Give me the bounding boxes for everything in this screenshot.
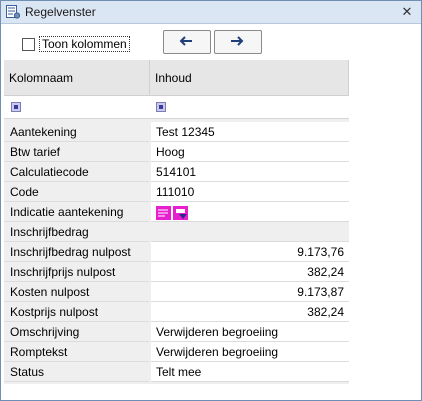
row-name-label: Inschrijfbedrag: [10, 225, 89, 239]
row-name-cell: Kostprijs nulpost: [4, 302, 149, 322]
row-name-cell: Aantekening: [4, 122, 149, 142]
side-panel: [349, 60, 421, 400]
column-header-name-label: Kolomnaam: [9, 71, 74, 85]
row-value-label: Verwijderen begroeiing: [156, 345, 279, 359]
row-name-label: Btw tarief: [10, 145, 61, 159]
filter-icon[interactable]: [11, 102, 21, 112]
row-value-label: 111010: [156, 185, 195, 199]
row-value-label: Hoog: [156, 145, 185, 159]
row-value-cell[interactable]: Verwijderen begroeiing: [151, 342, 349, 362]
row-name-label: Romptekst: [10, 345, 68, 359]
row-name-cell: Indicatie aantekening: [4, 202, 149, 222]
filter-row: [4, 96, 349, 119]
row-value-cell[interactable]: Test 12345: [151, 122, 349, 142]
table-row[interactable]: Aantekening Test 12345: [4, 122, 349, 142]
row-value-cell[interactable]: 9.173,87: [151, 282, 349, 302]
table-row[interactable]: Indicatie aantekening: [4, 202, 349, 222]
table-row[interactable]: Btw tarief Hoog: [4, 142, 349, 162]
row-value-cell[interactable]: 382,24: [151, 302, 349, 322]
column-header-value[interactable]: Inhoud: [150, 60, 349, 96]
grid-rows: Aantekening Test 12345 Btw tarief Hoog Calcu…: [4, 122, 349, 382]
row-value-cell[interactable]: 9.173,76: [151, 242, 349, 262]
close-icon[interactable]: ✕: [399, 4, 415, 20]
row-name-label: Inschrijfbedrag nulpost: [10, 245, 131, 259]
window-title: Regelvenster: [25, 5, 96, 19]
table-row[interactable]: Calculatiecode 514101: [4, 162, 349, 182]
row-value-cell[interactable]: Hoog: [151, 142, 349, 162]
row-value-cell[interactable]: Telt mee: [151, 362, 349, 382]
row-value-label: 9.173,76: [297, 245, 344, 259]
note-edit-icon: [173, 206, 188, 220]
show-columns-label[interactable]: Toon kolommen: [39, 36, 130, 52]
row-name-cell: Inschrijfbedrag nulpost: [4, 242, 149, 262]
row-name-cell: Calculatiecode: [4, 162, 149, 182]
title-bar[interactable]: Regelvenster ✕: [1, 1, 421, 24]
table-row[interactable]: Kostprijs nulpost 382,24: [4, 302, 349, 322]
next-button[interactable]: [214, 30, 262, 54]
arrow-left-icon: [179, 36, 192, 46]
row-value-label: 514101: [156, 165, 197, 179]
row-name-cell: Romptekst: [4, 342, 149, 362]
column-header-value-label: Inhoud: [155, 71, 192, 85]
row-name-cell: Btw tarief: [4, 142, 149, 162]
row-value-label: 9.173,87: [297, 285, 344, 299]
properties-grid: Kolomnaam Inhoud Aantekening Test 12345 Bt…: [4, 60, 349, 384]
window-icon: [6, 5, 20, 19]
row-name-cell: Code: [4, 182, 149, 202]
row-name-cell: Omschrijving: [4, 322, 149, 342]
show-columns-checkbox[interactable]: [22, 38, 35, 51]
row-name-cell: Inschrijfbedrag: [4, 222, 149, 242]
note-icon: [156, 206, 171, 220]
row-value-label: Test 12345: [156, 125, 215, 139]
row-name-label: Status: [10, 365, 45, 379]
row-value-label: Telt mee: [156, 365, 202, 379]
row-value-cell[interactable]: 382,24: [151, 262, 349, 282]
table-row[interactable]: Romptekst Verwijderen begroeiing: [4, 342, 349, 362]
row-name-cell: Inschrijfprijs nulpost: [4, 262, 149, 282]
row-name-label: Indicatie aantekening: [10, 205, 124, 219]
arrow-right-icon: [231, 36, 244, 46]
row-name-label: Calculatiecode: [10, 165, 89, 179]
row-name-cell: Kosten nulpost: [4, 282, 149, 302]
table-row[interactable]: Inschrijfprijs nulpost 382,24: [4, 262, 349, 282]
row-name-label: Kosten nulpost: [10, 285, 90, 299]
toolbar: Toon kolommen: [1, 24, 421, 60]
row-value-cell[interactable]: Verwijderen begroeiing: [151, 322, 349, 342]
table-row[interactable]: Inschrijfbedrag: [4, 222, 349, 242]
table-row[interactable]: Inschrijfbedrag nulpost 9.173,76: [4, 242, 349, 262]
rule-window: Regelvenster ✕ Toon kolommen Kolomnaam I…: [0, 0, 422, 401]
row-name-label: Aantekening: [10, 125, 77, 139]
previous-button[interactable]: [163, 30, 211, 54]
filter-icon[interactable]: [156, 102, 166, 112]
row-name-label: Inschrijfprijs nulpost: [10, 265, 116, 279]
row-value-cell[interactable]: 111010: [151, 182, 349, 202]
row-value-label: 382,24: [307, 265, 344, 279]
row-name-label: Code: [10, 185, 39, 199]
table-row[interactable]: Code 111010: [4, 182, 349, 202]
table-row[interactable]: Status Telt mee: [4, 362, 349, 382]
row-value-cell[interactable]: [151, 222, 349, 242]
row-name-cell: Status: [4, 362, 149, 382]
row-name-label: Omschrijving: [10, 325, 80, 339]
row-value-label: Verwijderen begroeiing: [156, 325, 279, 339]
row-value-cell[interactable]: 514101: [151, 162, 349, 182]
row-value-cell[interactable]: [151, 202, 349, 222]
table-row[interactable]: Omschrijving Verwijderen begroeiing: [4, 322, 349, 342]
row-name-label: Kostprijs nulpost: [10, 305, 99, 319]
row-value-label: 382,24: [307, 305, 344, 319]
table-row[interactable]: Kosten nulpost 9.173,87: [4, 282, 349, 302]
column-header-name[interactable]: Kolomnaam: [4, 60, 150, 96]
